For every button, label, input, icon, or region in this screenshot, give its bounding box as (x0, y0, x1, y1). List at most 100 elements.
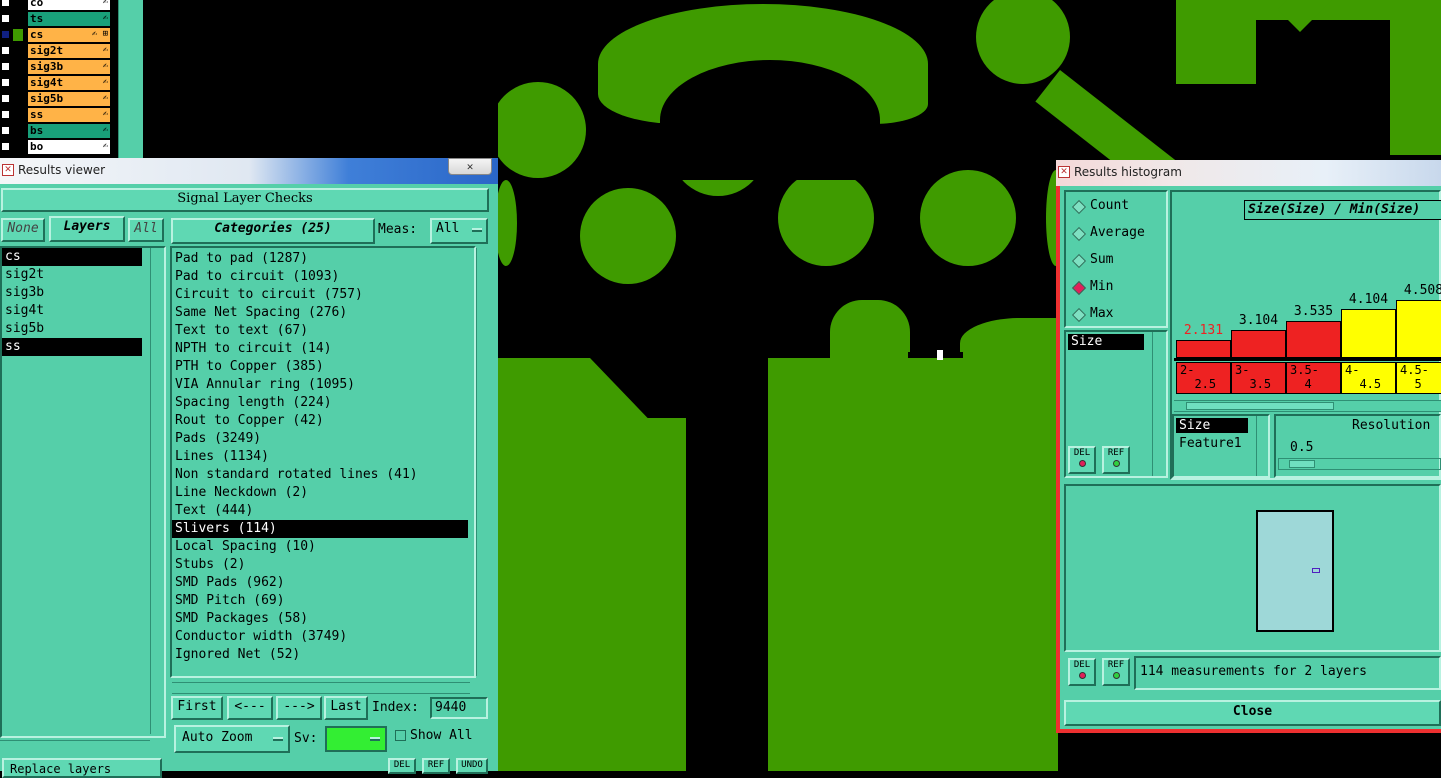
layer-filter-item[interactable]: sig2t (2, 266, 142, 284)
category-item[interactable]: SMD Pads (962) (172, 574, 468, 592)
edit-icon[interactable]: ✍ (103, 61, 108, 71)
edit-icon[interactable]: ✍ (103, 77, 108, 87)
del-button[interactable]: DEL (388, 758, 416, 774)
layer-name[interactable]: co (28, 0, 110, 10)
category-item[interactable]: Non standard rotated lines (41) (172, 466, 468, 484)
category-item[interactable]: Same Net Spacing (276) (172, 304, 468, 322)
edit-icon[interactable]: ✍ (103, 125, 108, 135)
layer-checkbox[interactable] (1, 46, 10, 55)
layer-row[interactable]: sig3b ✍ (0, 60, 140, 74)
layer-filter-item[interactable]: sig4t (2, 302, 142, 320)
histogram-titlebar[interactable]: ✕ Results histogram (1056, 160, 1441, 186)
last-button[interactable]: Last (324, 696, 368, 720)
bucket-label[interactable]: 4- 4.5 (1341, 362, 1396, 394)
category-item[interactable]: Pad to circuit (1093) (172, 268, 468, 286)
category-item[interactable]: Pad to pad (1287) (172, 250, 468, 268)
bucket-label[interactable]: 2- 2.5 (1176, 362, 1231, 394)
category-item[interactable]: PTH to Copper (385) (172, 358, 468, 376)
layer-name[interactable]: sig3b (28, 60, 110, 74)
histogram-bar[interactable] (1286, 321, 1341, 358)
ref-button[interactable]: REF (422, 758, 450, 774)
show-all-checkbox[interactable] (395, 730, 406, 741)
layer-filter-item[interactable]: sig5b (2, 320, 142, 338)
meas-dropdown[interactable]: All (430, 218, 488, 244)
layer-row[interactable]: sig5b ✍ (0, 92, 140, 106)
bucket-label[interactable]: 4.5- 5 (1396, 362, 1441, 394)
layer-row[interactable]: co ✍ (0, 0, 140, 10)
category-item[interactable]: Line Neckdown (2) (172, 484, 468, 502)
ref-button[interactable]: REF (1102, 658, 1130, 686)
close-button[interactable]: Close (1064, 700, 1441, 726)
del-button[interactable]: DEL (1068, 446, 1096, 474)
category-item[interactable]: Lines (1134) (172, 448, 468, 466)
category-item[interactable]: NPTH to circuit (14) (172, 340, 468, 358)
layer-checkbox[interactable] (1, 0, 10, 7)
resolution-slider[interactable] (1278, 458, 1441, 470)
all-button[interactable]: All (128, 218, 164, 242)
category-item[interactable]: Local Spacing (10) (172, 538, 468, 556)
layer-checkbox[interactable] (1, 78, 10, 87)
layers-button[interactable]: Layers (49, 216, 125, 242)
histogram-bar[interactable] (1176, 340, 1231, 358)
histogram-bar[interactable] (1231, 330, 1286, 358)
layer-name[interactable]: ts (28, 12, 110, 26)
category-hscroll[interactable] (172, 682, 470, 694)
layer-filter-scrollbar[interactable] (150, 248, 164, 734)
category-item[interactable]: Circuit to circuit (757) (172, 286, 468, 304)
categories-button[interactable]: Categories (25) (171, 218, 375, 244)
attr-item[interactable]: Size (1068, 334, 1144, 350)
category-item[interactable]: Rout to Copper (42) (172, 412, 468, 430)
layer-filter-item[interactable]: ss (2, 338, 142, 356)
category-item[interactable]: Text (444) (172, 502, 468, 520)
none-button[interactable]: None (1, 218, 45, 242)
bucket-label[interactable]: 3.5- 4 (1286, 362, 1341, 394)
edit-icon[interactable]: ✍ (103, 93, 108, 103)
next-button[interactable]: ---> (276, 696, 322, 720)
edit-icon[interactable]: ✍ (103, 0, 108, 7)
chart-hscroll[interactable] (1174, 400, 1441, 412)
layer-row[interactable]: cs ✍ ⊞ (0, 28, 140, 42)
layer-row[interactable]: ss ✍ (0, 108, 140, 122)
edit-icon[interactable]: ✍ (103, 109, 108, 119)
field-item[interactable]: Feature1 (1176, 436, 1256, 451)
results-viewer-titlebar[interactable]: ✕ Results viewer (0, 158, 498, 184)
layer-name[interactable]: sig2t (28, 44, 110, 58)
ref-button[interactable]: REF (1102, 446, 1130, 474)
layer-name[interactable]: ss (28, 108, 110, 122)
category-item[interactable]: SMD Packages (58) (172, 610, 468, 628)
hscroll[interactable] (0, 740, 150, 754)
category-item[interactable]: Conductor width (3749) (172, 628, 468, 646)
layer-filter-item[interactable]: sig3b (2, 284, 142, 302)
sv-color-dropdown[interactable] (325, 726, 387, 752)
layer-checkbox[interactable] (1, 94, 10, 103)
layer-row[interactable]: sig4t ✍ (0, 76, 140, 90)
histogram-bar[interactable] (1341, 309, 1396, 358)
layer-name[interactable]: sig4t (28, 76, 110, 90)
category-item[interactable]: Pads (3249) (172, 430, 468, 448)
edit-icon[interactable]: ✍ (103, 45, 108, 55)
replace-layers-dropdown[interactable]: Replace layers (2, 758, 162, 778)
category-item[interactable]: Ignored Net (52) (172, 646, 468, 664)
layer-row[interactable]: bs ✍ (0, 124, 140, 138)
layer-name[interactable]: bo (28, 140, 110, 154)
index-input[interactable]: 9440 (430, 697, 488, 719)
prev-button[interactable]: <--- (227, 696, 273, 720)
edit-icon[interactable]: ✍ ⊞ (92, 29, 108, 39)
layer-checkbox[interactable] (1, 142, 10, 151)
layer-checkbox[interactable] (1, 30, 10, 39)
layer-checkbox[interactable] (1, 110, 10, 119)
bucket-label[interactable]: 3- 3.5 (1231, 362, 1286, 394)
edit-icon[interactable]: ✍ (103, 13, 108, 23)
preview-thumbnail[interactable] (1256, 510, 1334, 632)
first-button[interactable]: First (171, 696, 223, 720)
close-icon[interactable]: ✕ (448, 158, 492, 175)
layer-name[interactable]: sig5b (28, 92, 110, 106)
category-item[interactable]: Spacing length (224) (172, 394, 468, 412)
auto-zoom-dropdown[interactable]: Auto Zoom (174, 725, 290, 753)
category-item[interactable]: Slivers (114) (172, 520, 468, 538)
layer-name[interactable]: bs (28, 124, 110, 138)
layer-checkbox[interactable] (1, 126, 10, 135)
attr-scrollbar[interactable] (1152, 332, 1166, 476)
layer-filter-item[interactable]: cs (2, 248, 142, 266)
layer-row[interactable]: sig2t ✍ (0, 44, 140, 58)
